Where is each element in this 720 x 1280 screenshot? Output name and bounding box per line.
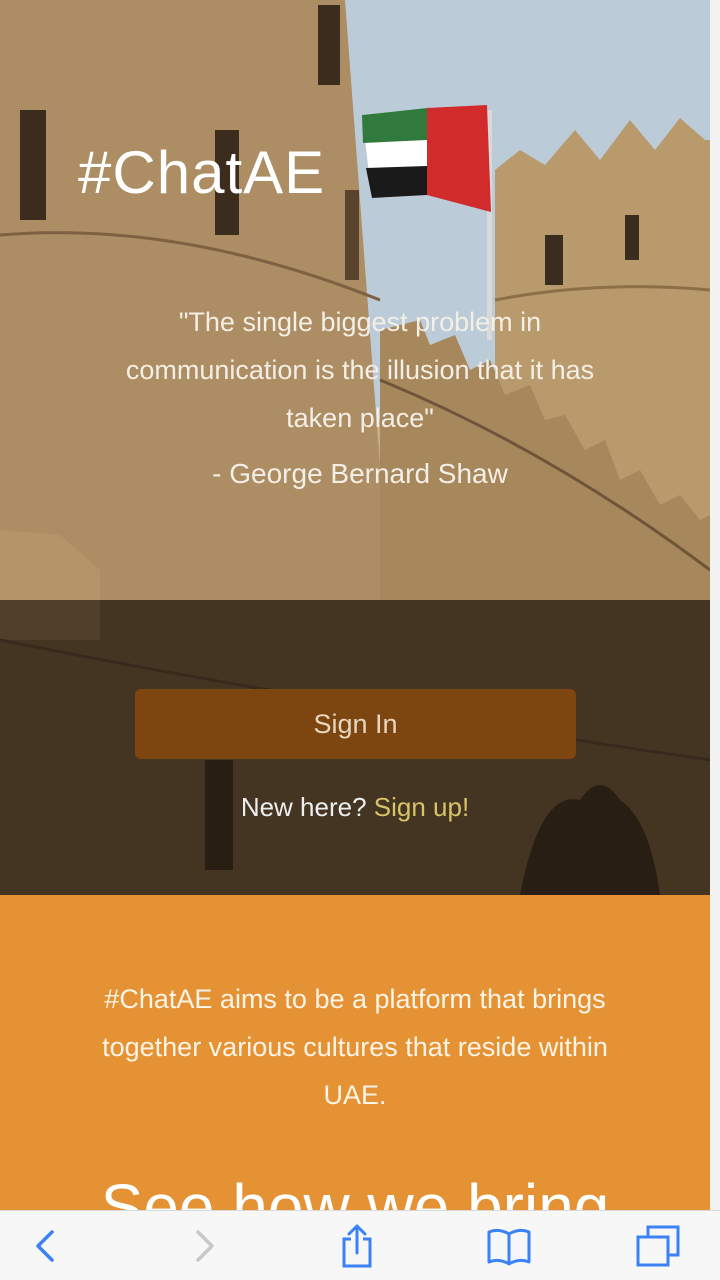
quote-text: "The single biggest problem in communica… (125, 307, 595, 433)
bookmarks-icon[interactable] (484, 1223, 534, 1269)
browser-toolbar (0, 1210, 720, 1280)
brand-title: #ChatAE (78, 139, 326, 206)
app-screen: #ChatAE "The single biggest problem in c… (0, 0, 720, 1280)
sign-up-link[interactable]: Sign up! (374, 792, 469, 822)
share-icon[interactable] (332, 1223, 382, 1269)
forward-icon[interactable] (180, 1223, 230, 1269)
signup-prompt: New here? Sign up! (0, 792, 710, 823)
hero-section: #ChatAE "The single biggest problem in c… (0, 0, 720, 895)
sign-in-button[interactable]: Sign In (135, 689, 576, 759)
new-here-text: New here? (240, 792, 367, 822)
about-text: #ChatAE aims to be a platform that bring… (102, 984, 608, 1110)
back-icon[interactable] (20, 1223, 70, 1269)
tabs-icon[interactable] (633, 1223, 683, 1269)
quote-author: - George Bernard Shaw (212, 458, 508, 489)
page-edge (710, 0, 720, 1210)
